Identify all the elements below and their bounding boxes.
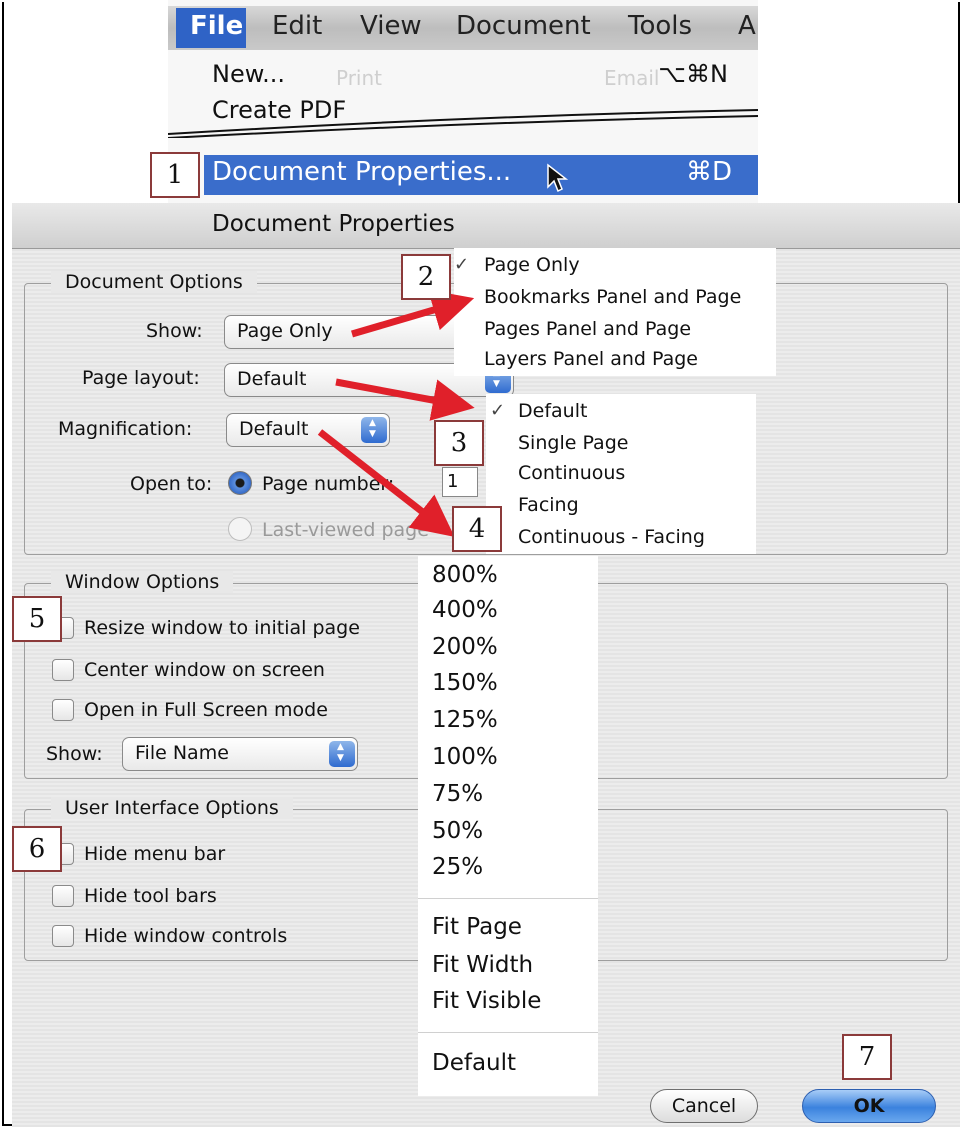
hide-tool-bars-label: Hide tool bars [84, 885, 217, 907]
page-layout-popup-value: Default [237, 368, 307, 390]
dialog-title: Document Properties [212, 211, 455, 237]
window-show-popup-arrow-icon [329, 741, 355, 767]
ok-button[interactable]: OK [802, 1089, 936, 1123]
layout-option-single-page[interactable]: Single Page [518, 432, 628, 454]
page-number-label: Page number: [262, 473, 395, 495]
last-viewed-label: Last-viewed page [262, 519, 429, 541]
mouse-cursor-icon [547, 163, 568, 193]
mag-separator [418, 1032, 598, 1033]
window-show-popup[interactable]: File Name [122, 737, 358, 771]
document-properties-label: Document Properties... [212, 157, 512, 187]
document-options-title: Document Options [51, 271, 257, 293]
show-option-layers[interactable]: Layers Panel and Page [484, 348, 698, 370]
page-layout-label: Page layout: [82, 367, 200, 389]
menu-advanced[interactable]: A [738, 11, 756, 41]
ghost-print: Print [336, 66, 383, 90]
menu-item-document-properties[interactable]: Document Properties... ⌘D [204, 155, 758, 195]
callout-5: 5 [12, 596, 62, 642]
center-window-checkbox[interactable] [52, 659, 74, 681]
page-number-radio[interactable] [228, 471, 252, 495]
open-to-label: Open to: [130, 473, 213, 495]
mag-option-150[interactable]: 150% [432, 670, 498, 696]
file-menu-crop: File Edit View Document Tools A Print Em… [168, 0, 758, 203]
menu-tear-lines [168, 109, 758, 138]
magnification-popup[interactable]: Default [226, 413, 390, 447]
mag-option-50[interactable]: 50% [432, 818, 483, 844]
resize-window-label: Resize window to initial page [84, 617, 360, 639]
mag-option-200[interactable]: 200% [432, 634, 498, 660]
window-options-title: Window Options [51, 571, 234, 593]
mag-separator [418, 898, 598, 899]
mag-option-75[interactable]: 75% [432, 781, 483, 807]
callout-4: 4 [452, 506, 502, 552]
document-properties-shortcut: ⌘D [685, 157, 732, 187]
mag-option-25[interactable]: 25% [432, 854, 483, 880]
mag-option-100[interactable]: 100% [432, 744, 498, 770]
mag-option-400[interactable]: 400% [432, 597, 498, 623]
last-viewed-radio[interactable] [228, 517, 252, 541]
window-show-popup-value: File Name [135, 742, 229, 764]
menu-file[interactable]: File [190, 11, 243, 41]
show-option-bookmarks[interactable]: Bookmarks Panel and Page [484, 286, 741, 308]
magnification-popup-value: Default [239, 418, 309, 440]
page-layout-check-icon: ✓ [490, 400, 506, 421]
mag-option-125[interactable]: 125% [432, 707, 498, 733]
ghost-email: Email [604, 66, 660, 90]
show-option-page-only[interactable]: Page Only [484, 254, 580, 276]
magnification-label: Magnification: [58, 418, 193, 440]
mag-option-fit-width[interactable]: Fit Width [432, 952, 533, 978]
magnification-menu-list: 800% 400% 200% 150% 125% 100% 75% 50% 25… [418, 556, 598, 1096]
dialog-titlebar: Document Properties [12, 203, 960, 249]
menu-tools[interactable]: Tools [628, 11, 692, 41]
show-menu-list: ✓ Page Only Bookmarks Panel and Page Pag… [454, 248, 776, 376]
layout-option-continuous[interactable]: Continuous [518, 462, 625, 484]
layout-option-default[interactable]: Default [518, 400, 587, 422]
hide-window-controls-checkbox[interactable] [52, 925, 74, 947]
callout-1: 1 [150, 152, 200, 198]
mag-option-fit-page[interactable]: Fit Page [432, 914, 522, 940]
center-window-label: Center window on screen [84, 659, 325, 681]
hide-menu-bar-label: Hide menu bar [84, 843, 226, 865]
callout-7: 7 [842, 1034, 892, 1080]
mag-option-800[interactable]: 800% [432, 562, 498, 588]
mag-option-fit-visible[interactable]: Fit Visible [432, 988, 541, 1014]
hide-tool-bars-checkbox[interactable] [52, 885, 74, 907]
callout-2: 2 [401, 254, 451, 300]
menu-bar: File Edit View Document Tools A [168, 6, 758, 50]
show-popup-value: Page Only [237, 320, 333, 342]
menu-edit[interactable]: Edit [272, 11, 322, 41]
window-show-label: Show: [46, 743, 103, 765]
callout-6: 6 [12, 826, 62, 872]
full-screen-label: Open in Full Screen mode [84, 699, 328, 721]
layout-option-continuous-facing[interactable]: Continuous - Facing [518, 526, 705, 548]
show-option-pages[interactable]: Pages Panel and Page [484, 318, 691, 340]
menu-item-new-shortcut: ⌥⌘N [658, 60, 728, 88]
show-label: Show: [146, 320, 203, 342]
menu-document[interactable]: Document [456, 11, 591, 41]
layout-option-facing[interactable]: Facing [518, 494, 579, 516]
page-number-field[interactable]: 1 [442, 467, 478, 497]
menu-view[interactable]: View [360, 11, 422, 41]
show-menu-check-icon: ✓ [454, 254, 470, 275]
mag-option-default[interactable]: Default [432, 1050, 516, 1076]
menu-item-new[interactable]: New... [212, 60, 285, 88]
ui-options-title: User Interface Options [51, 797, 293, 819]
page-layout-menu-list: ✓ Default Single Page Continuous Facing … [486, 394, 756, 554]
hide-window-controls-label: Hide window controls [84, 925, 288, 947]
callout-3: 3 [434, 420, 484, 466]
full-screen-checkbox[interactable] [52, 699, 74, 721]
magnification-popup-arrow-icon [361, 417, 387, 443]
cancel-button[interactable]: Cancel [650, 1089, 758, 1123]
show-popup[interactable]: Page Only [224, 315, 484, 349]
